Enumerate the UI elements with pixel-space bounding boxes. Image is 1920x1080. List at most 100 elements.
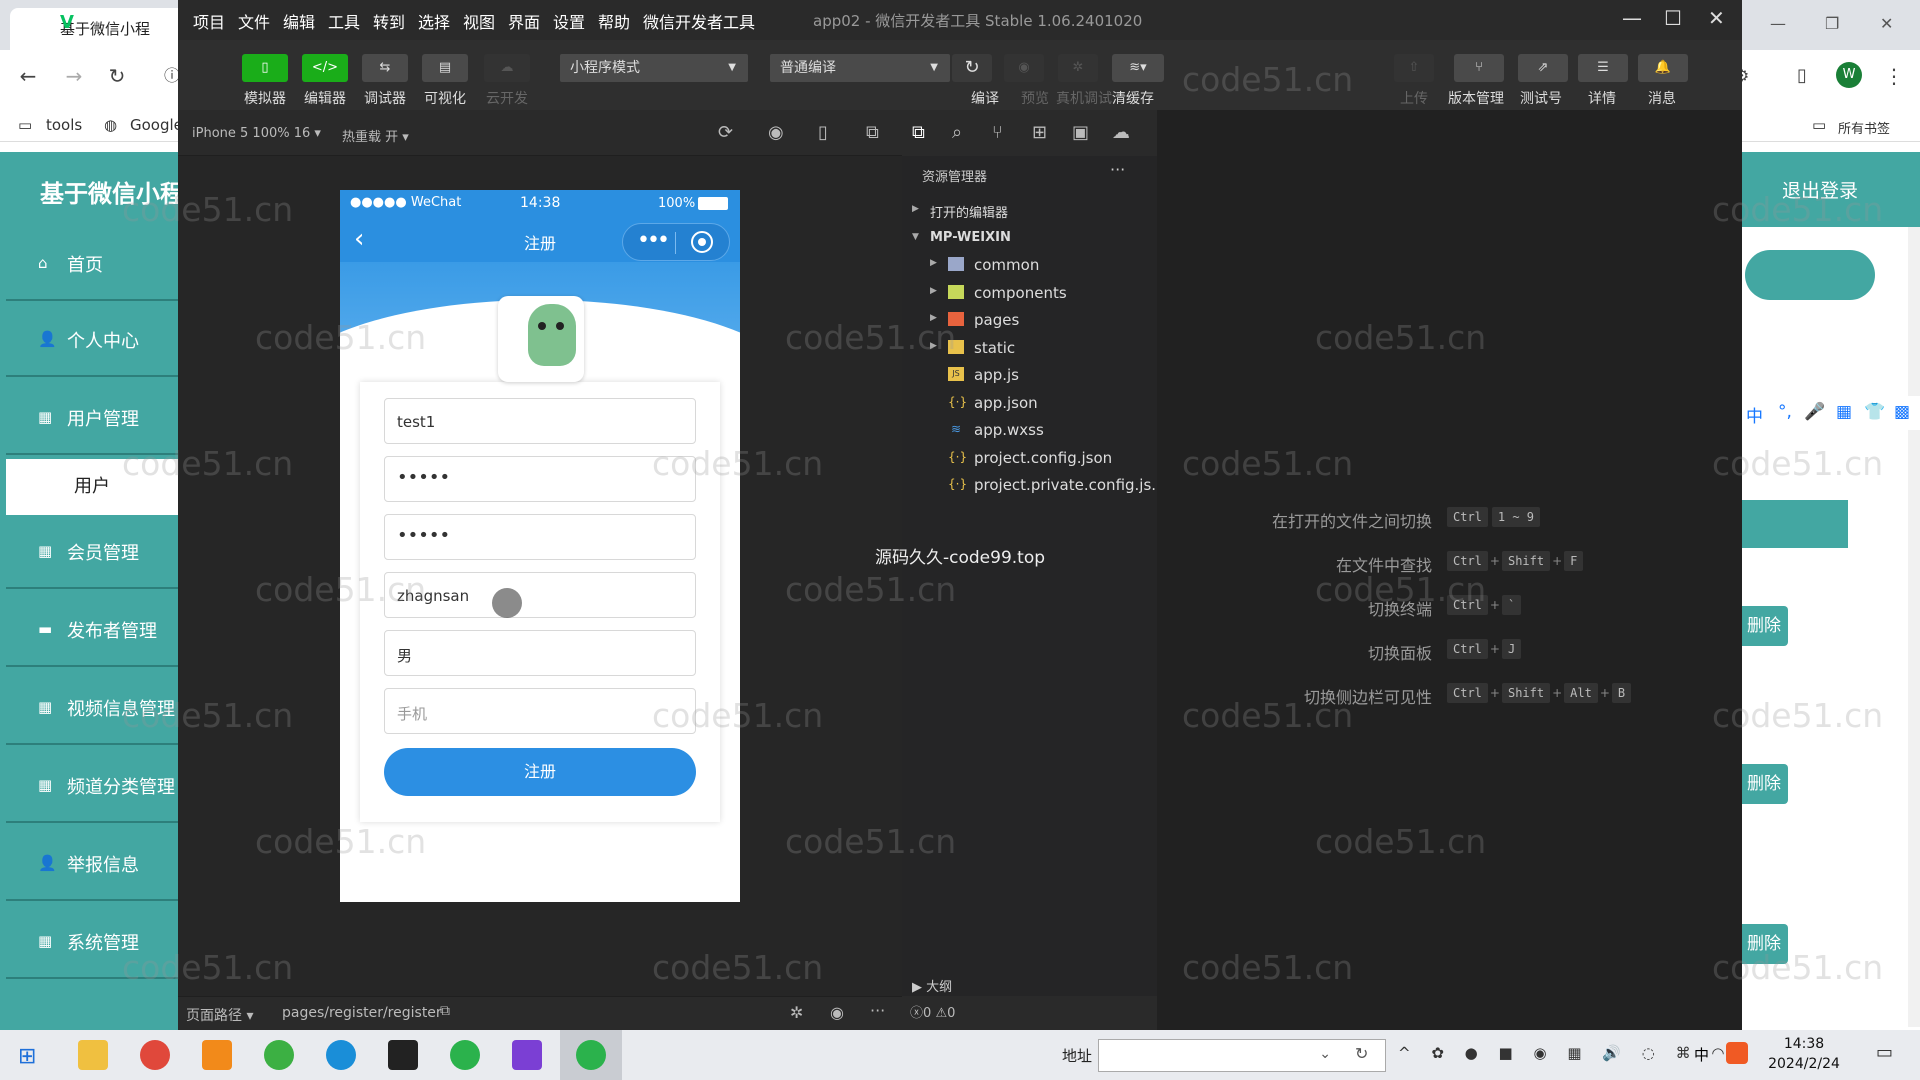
address-input[interactable]: ⌄ [1098, 1039, 1386, 1072]
details-button[interactable]: ☰ [1578, 54, 1628, 82]
search-icon[interactable]: ⌕ [952, 122, 962, 143]
record-icon[interactable]: ◉ [768, 122, 784, 143]
menu-file[interactable]: 文件 [238, 9, 270, 33]
logout-link[interactable]: 退出登录 [1782, 176, 1858, 203]
terminal-icon[interactable] [388, 1040, 418, 1070]
version-button[interactable]: ⑂ [1454, 54, 1504, 82]
editor-toggle[interactable]: </> [302, 54, 348, 82]
extensions-icon[interactable]: ⊞ [1032, 122, 1047, 143]
menu-project[interactable]: 项目 [193, 9, 225, 33]
close-mp-icon[interactable] [691, 231, 713, 253]
all-bookmarks[interactable]: 所有书签 [1838, 118, 1890, 137]
chevron-down-icon[interactable]: ⌄ [1319, 1046, 1331, 1062]
close-icon[interactable]: ✕ [1708, 6, 1725, 30]
rotate-icon[interactable]: ⟳ [718, 122, 733, 143]
confirm-password-input[interactable]: ••••• [384, 514, 696, 560]
ime-lang-toggle[interactable]: 中 [1746, 402, 1763, 427]
menu-edit[interactable]: 编辑 [283, 9, 315, 33]
sidebar-item-home[interactable]: ⌂ 首页 [6, 227, 178, 301]
clock[interactable]: 14:38 2024/2/24 [1760, 1034, 1848, 1074]
more-icon[interactable]: ··· [1110, 160, 1125, 179]
refresh-icon[interactable]: ↻ [1355, 1044, 1368, 1063]
compile-select[interactable]: 普通编译 ▼ [770, 54, 950, 82]
sogou-tray-icon[interactable] [1726, 1042, 1748, 1064]
sidepanel-icon[interactable]: ▯ [1790, 64, 1814, 88]
device-icon[interactable]: ▯ [818, 122, 828, 143]
name-input[interactable]: zhagnsan [384, 572, 696, 618]
page-scrollbar[interactable] [1908, 227, 1920, 1027]
popout-icon[interactable]: ⧉ [866, 122, 879, 143]
file-explorer-icon[interactable] [78, 1040, 108, 1070]
simulator-toggle[interactable]: ▯ [242, 54, 288, 82]
menu-ui[interactable]: 界面 [508, 9, 540, 33]
account-input[interactable]: test1 [384, 398, 696, 444]
mode-select[interactable]: 小程序模式 ▼ [560, 54, 748, 82]
minimize-icon[interactable]: — [1622, 6, 1642, 30]
ime-voice-icon[interactable]: 🎤 [1804, 402, 1825, 422]
upload-button[interactable]: ⇧ [1394, 54, 1434, 82]
more-icon[interactable]: ••• [637, 228, 670, 253]
sidebar-item-channels[interactable]: ▦ 频道分类管理 [6, 749, 178, 823]
more-menu-icon[interactable]: ⋮ [1882, 64, 1906, 88]
compile-button[interactable]: ↻ [952, 54, 992, 82]
delete-button[interactable]: 删除 [1740, 764, 1788, 804]
close-icon[interactable]: ✕ [1880, 14, 1893, 33]
sidebar-item-publishers[interactable]: ▬ 发布者管理 [6, 593, 178, 667]
phone-input[interactable]: 手机 [384, 688, 696, 734]
sidebar-item-reports[interactable]: 👤 举报信息 [6, 827, 178, 901]
preview-button[interactable]: ◉ [1004, 54, 1044, 82]
menu-goto[interactable]: 转到 [373, 9, 405, 33]
bookmark-google[interactable]: Google [130, 116, 183, 134]
register-button[interactable]: 注册 [384, 748, 696, 796]
delete-button[interactable]: 删除 [1740, 924, 1788, 964]
browser-360-icon[interactable] [264, 1040, 294, 1070]
gender-input[interactable]: 男 [384, 630, 696, 676]
problems-status[interactable]: ⓧ0 ⚠0 [910, 1002, 955, 1021]
browser-tab[interactable]: 基于微信小程 [10, 8, 190, 50]
storage-icon[interactable]: ▣ [1072, 122, 1089, 143]
cloud-toggle[interactable]: ☁ [484, 54, 530, 82]
debugger-toggle[interactable]: ⇆ [362, 54, 408, 82]
edge-icon[interactable] [326, 1040, 356, 1070]
ime-keyboard-icon[interactable]: ▦ [1836, 402, 1852, 422]
eye-icon[interactable]: ◉ [830, 1003, 844, 1022]
menu-select[interactable]: 选择 [418, 9, 450, 33]
ime-indicator[interactable]: 中 [1694, 1044, 1709, 1065]
visual-toggle[interactable]: ▤ [422, 54, 468, 82]
sidebar-item-system[interactable]: ▦ 系统管理 [6, 905, 178, 979]
bug-icon[interactable]: ✲ [790, 1003, 803, 1022]
windows-start-icon[interactable]: ⊞ [18, 1044, 36, 1069]
wechat-icon[interactable] [450, 1040, 480, 1070]
wechat-devtools-icon[interactable] [576, 1040, 606, 1070]
system-tray[interactable]: ^ ✿ ● ■ ◉ ▦ 🔊 ◌ ⌘ ◠ [1398, 1044, 1732, 1062]
minimize-icon[interactable]: — [1770, 14, 1786, 33]
cloud-icon[interactable]: ☁ [1112, 122, 1130, 143]
notification-icon[interactable]: ▭ [1876, 1042, 1893, 1063]
sidebar-item-videos[interactable]: ▦ 视频信息管理 [6, 671, 178, 745]
bookmark-tools[interactable]: tools [46, 116, 82, 134]
ime-tools-icon[interactable]: ▩ [1894, 402, 1910, 422]
sidebar-item-members[interactable]: ▦ 会员管理 [6, 515, 178, 589]
copy-icon[interactable]: ⧉ [440, 1003, 450, 1019]
app-search-pill[interactable] [1745, 250, 1875, 300]
page-path-select[interactable]: 页面路径 ▾ [186, 1005, 253, 1025]
more-icon[interactable]: ··· [870, 1001, 885, 1020]
hot-reload-select[interactable]: 热重载 开 ▾ [342, 126, 409, 145]
messages-button[interactable]: 🔔 [1638, 54, 1688, 82]
device-select[interactable]: iPhone 5 100% 16 ▾ [192, 126, 321, 141]
sidebar-item-profile[interactable]: 👤 个人中心 [6, 303, 178, 377]
profile-avatar[interactable]: W [1836, 62, 1862, 88]
menu-view[interactable]: 视图 [463, 9, 495, 33]
delete-button[interactable]: 删除 [1740, 606, 1788, 646]
files-icon[interactable]: ⧉ [912, 122, 925, 143]
menu-help[interactable]: 帮助 [598, 9, 630, 33]
menu-devtools[interactable]: 微信开发者工具 [643, 9, 755, 33]
sidebar-item-user-mgmt[interactable]: ▦ 用户管理 [6, 381, 178, 455]
forward-icon[interactable]: → [62, 64, 86, 88]
outline-section[interactable]: ▶ 大纲 [912, 976, 952, 995]
menu-settings[interactable]: 设置 [553, 9, 585, 33]
source-control-icon[interactable]: ⑂ [992, 122, 1003, 143]
remote-debug-button[interactable]: ✲ [1058, 54, 1098, 82]
idea-icon[interactable] [512, 1040, 542, 1070]
test-account-button[interactable]: ⇗ [1518, 54, 1568, 82]
